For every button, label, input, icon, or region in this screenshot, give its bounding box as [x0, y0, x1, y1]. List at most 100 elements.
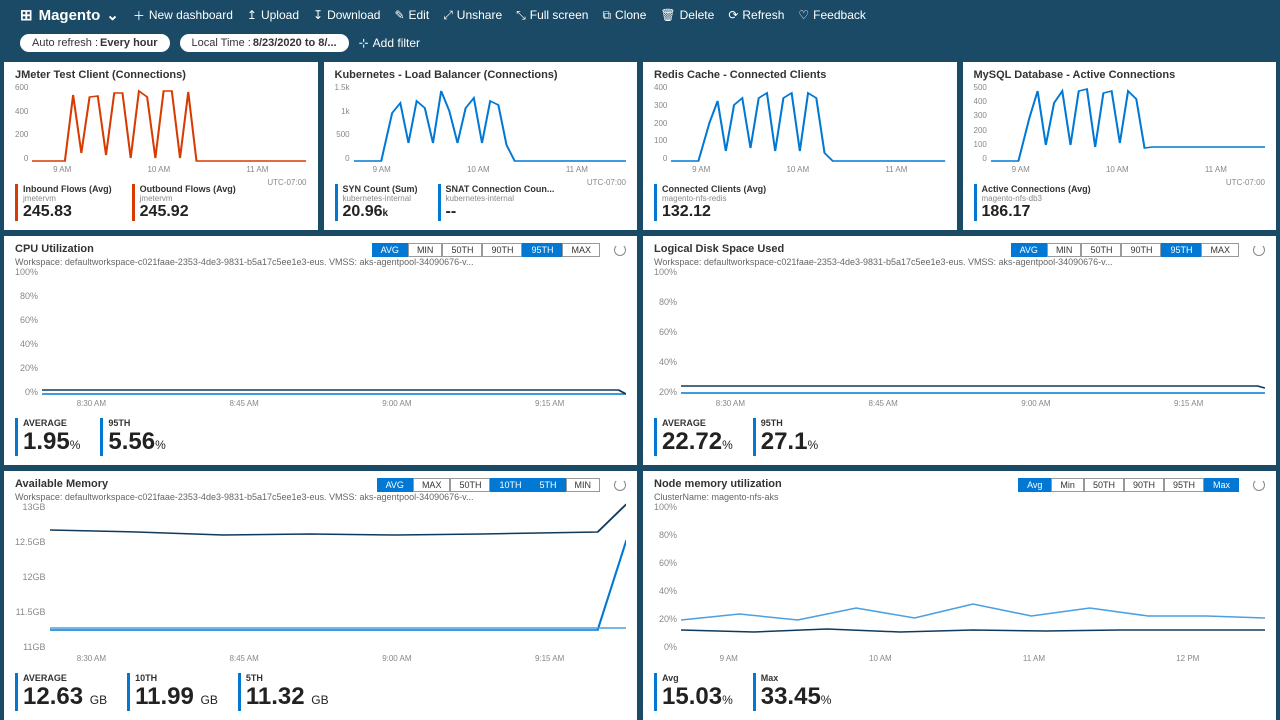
tile-subtitle: Workspace: defaultworkspace-c021faae-235… — [15, 257, 626, 267]
tile-title: Logical Disk Space Used — [654, 243, 784, 255]
y-axis: 1.5k1k5000 — [335, 83, 354, 163]
chart-plot — [991, 83, 1265, 163]
seg-max[interactable]: Max — [1204, 478, 1239, 492]
tile-available-memory[interactable]: Available Memory AVGMAX50TH10TH5THMIN Wo… — [4, 471, 637, 720]
seg-max[interactable]: MAX — [562, 243, 600, 257]
seg-10th[interactable]: 10TH — [490, 478, 530, 492]
refresh-icon[interactable] — [614, 244, 626, 256]
tile-jmeter[interactable]: JMeter Test Client (Connections) 6004002… — [4, 62, 318, 230]
y-axis: 4003002001000 — [654, 83, 671, 163]
metric-average: AVERAGE12.63 GB — [15, 673, 107, 711]
seg-50th[interactable]: 50TH — [450, 478, 490, 492]
chart-plot — [32, 83, 306, 163]
x-axis: 9 AM10 AM11 AM — [335, 163, 627, 178]
metric-inbound: Inbound Flows (Avg)jmetervm245.83 — [15, 184, 112, 221]
localtime-value: 8/23/2020 to 8/... — [253, 37, 337, 49]
unshare-button[interactable]: ⤢ Unshare — [443, 8, 502, 23]
y-axis: 5004003002001000 — [974, 83, 991, 163]
tile-subtitle: Workspace: defaultworkspace-c021faae-235… — [15, 492, 626, 502]
metric-5th: 5TH11.32 GB — [238, 673, 329, 711]
metric-average: AVERAGE22.72% — [654, 418, 733, 456]
seg-avg[interactable]: AVG — [372, 243, 408, 257]
y-axis: 100%80%60%40%20% — [654, 267, 681, 397]
seg-90th[interactable]: 90TH — [1121, 243, 1161, 257]
timezone: UTC-07:00 — [267, 178, 306, 187]
tile-redis[interactable]: Redis Cache - Connected Clients 40030020… — [643, 62, 957, 230]
metric-active-connections: Active Connections (Avg)magento-nfs-db31… — [974, 184, 1091, 221]
metric-syncount: SYN Count (Sum)kubernetes-internal20.96k — [335, 184, 418, 221]
seg-avg[interactable]: Avg — [1018, 478, 1051, 492]
seg-90th[interactable]: 90TH — [1124, 478, 1164, 492]
seg-50th[interactable]: 50TH — [442, 243, 482, 257]
seg-min[interactable]: MIN — [566, 478, 601, 492]
seg-min[interactable]: Min — [1051, 478, 1084, 492]
refresh-icon[interactable] — [614, 479, 626, 491]
tile-cpu[interactable]: CPU Utilization AVGMIN50TH90TH95THMAX Wo… — [4, 236, 637, 465]
tile-title: CPU Utilization — [15, 243, 94, 255]
brand-label: Magento — [39, 7, 101, 24]
chevron-down-icon: ⌄ — [106, 6, 119, 24]
tile-title: Redis Cache - Connected Clients — [654, 69, 946, 81]
x-axis: 8:30 AM8:45 AM9:00 AM9:15 AM — [15, 397, 626, 412]
tile-kubernetes[interactable]: Kubernetes - Load Balancer (Connections)… — [324, 62, 638, 230]
add-filter-label: Add filter — [373, 36, 420, 50]
refresh-icon[interactable] — [1253, 479, 1265, 491]
filter-bar: Auto refresh : Every hour Local Time : 8… — [0, 30, 1280, 62]
seg-95th[interactable]: 95TH — [1164, 478, 1204, 492]
filter-plus-icon: ⊹ — [359, 36, 369, 50]
y-axis: 100%80%60%40%20%0% — [654, 502, 681, 652]
metric-connected-clients: Connected Clients (Avg)magento-nfs-redis… — [654, 184, 766, 221]
x-axis: 9 AM10 AM11 AM — [654, 163, 946, 178]
chart-plot — [681, 267, 1265, 397]
tile-disk[interactable]: Logical Disk Space Used AVGMIN50TH90TH95… — [643, 236, 1276, 465]
download-button[interactable]: ↧ Download — [313, 8, 380, 22]
x-axis: 9 AM10 AM11 AM — [974, 163, 1266, 178]
seg-5th[interactable]: 5TH — [530, 478, 565, 492]
refresh-icon[interactable] — [1253, 244, 1265, 256]
y-axis: 13GB12.5GB12GB11.5GB11GB — [15, 502, 50, 652]
seg-50th[interactable]: 50TH — [1084, 478, 1124, 492]
localtime-pill[interactable]: Local Time : 8/23/2020 to 8/... — [180, 34, 349, 52]
seg-min[interactable]: MIN — [408, 243, 443, 257]
seg-95th[interactable]: 95TH — [522, 243, 562, 257]
feedback-button[interactable]: ♡ Feedback — [798, 8, 865, 22]
fullscreen-button[interactable]: ⤡ Full screen — [516, 8, 588, 23]
topbar: ⊞ Magento ⌄ ＋ New dashboard ↥ Upload ↧ D… — [0, 0, 1280, 30]
tile-subtitle: Workspace: defaultworkspace-c021faae-235… — [654, 257, 1265, 267]
seg-95th[interactable]: 95TH — [1161, 243, 1201, 257]
seg-90th[interactable]: 90TH — [482, 243, 522, 257]
x-axis: 8:30 AM8:45 AM9:00 AM9:15 AM — [654, 397, 1265, 412]
brand[interactable]: ⊞ Magento ⌄ — [20, 6, 119, 24]
tile-node-memory[interactable]: Node memory utilization AvgMin50TH90TH95… — [643, 471, 1276, 720]
metric-avg: Avg15.03% — [654, 673, 733, 711]
add-filter-button[interactable]: ⊹ Add filter — [359, 36, 420, 50]
tile-subtitle: ClusterName: magento-nfs-aks — [654, 492, 1265, 502]
localtime-label: Local Time : — [192, 37, 251, 49]
seg-min[interactable]: MIN — [1047, 243, 1082, 257]
chart-plot — [671, 83, 945, 163]
clone-button[interactable]: ⧉ Clone — [602, 8, 646, 23]
metric-95th: 95TH27.1% — [753, 418, 818, 456]
seg-avg[interactable]: AVG — [1011, 243, 1047, 257]
new-dashboard-button[interactable]: ＋ New dashboard — [133, 7, 233, 24]
edit-button[interactable]: ✎ Edit — [394, 8, 429, 22]
seg-max[interactable]: MAX — [413, 478, 451, 492]
chart-plot — [42, 267, 626, 397]
refresh-button[interactable]: ⟳ Refresh — [728, 8, 784, 22]
seg-avg[interactable]: AVG — [377, 478, 413, 492]
upload-button[interactable]: ↥ Upload — [247, 8, 299, 22]
x-axis: 9 AM10 AM11 AM12 PM — [654, 652, 1265, 667]
segment-buttons: AVGMAX50TH10TH5THMIN — [377, 478, 600, 492]
y-axis: 100%80%60%40%20%0% — [15, 267, 42, 397]
tile-title: JMeter Test Client (Connections) — [15, 69, 307, 81]
tile-title: Kubernetes - Load Balancer (Connections) — [335, 69, 627, 81]
metric-10th: 10TH11.99 GB — [127, 673, 218, 711]
tile-mysql[interactable]: MySQL Database - Active Connections 5004… — [963, 62, 1277, 230]
dashboard-icon: ⊞ — [20, 6, 33, 24]
delete-button[interactable]: 🗑 Delete — [660, 8, 714, 22]
chart-plot — [50, 502, 626, 652]
tile-title: Node memory utilization — [654, 478, 782, 490]
seg-max[interactable]: MAX — [1201, 243, 1239, 257]
autorefresh-pill[interactable]: Auto refresh : Every hour — [20, 34, 170, 52]
seg-50th[interactable]: 50TH — [1081, 243, 1121, 257]
